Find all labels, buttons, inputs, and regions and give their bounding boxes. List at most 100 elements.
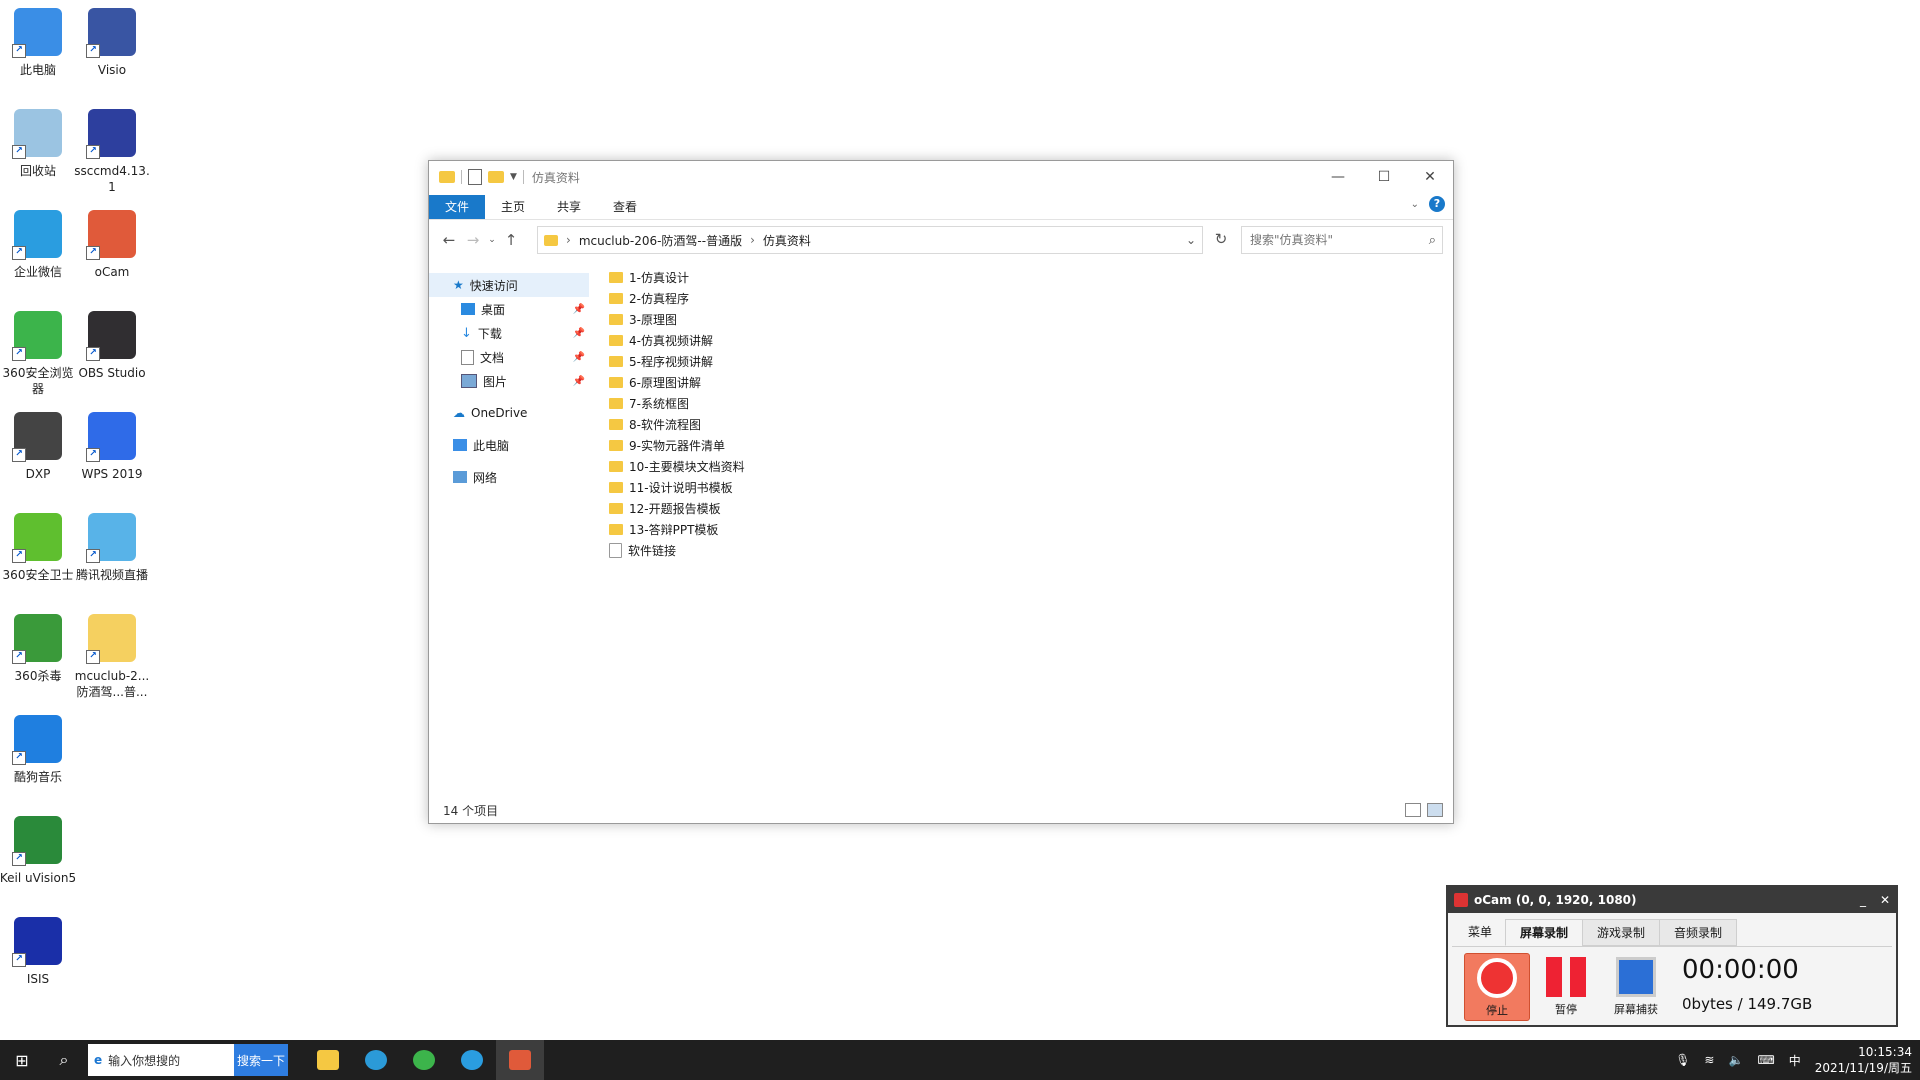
file-list-item[interactable]: 11-设计说明书模板	[609, 477, 745, 498]
forward-button[interactable]: →	[461, 231, 485, 249]
stop-button[interactable]: 停止	[1464, 953, 1530, 1021]
minimize-button[interactable]: —	[1315, 161, 1361, 193]
ocam-title-bar[interactable]: oCam (0, 0, 1920, 1080) _ ✕	[1448, 887, 1896, 913]
desktop-shortcut[interactable]: ↗ 360安全浏览器	[0, 311, 78, 397]
desktop-shortcut[interactable]: ↗ 酷狗音乐	[0, 715, 78, 785]
ocam-close-button[interactable]: ✕	[1880, 893, 1890, 907]
desktop-shortcut[interactable]: ↗ 360杀毒	[0, 614, 78, 684]
search-input[interactable]	[1248, 232, 1422, 248]
desktop-shortcut[interactable]: ↗ WPS 2019	[72, 412, 152, 482]
address-dropdown-icon[interactable]: ⌄	[1186, 233, 1196, 247]
pin-icon[interactable]: 📌	[573, 304, 585, 315]
network-icon[interactable]: ≋	[1704, 1053, 1714, 1067]
tab-view[interactable]: 查看	[597, 195, 653, 219]
desktop-shortcut[interactable]: ↗ DXP	[0, 412, 78, 482]
nav-network[interactable]: 网络	[429, 465, 589, 489]
file-list-item[interactable]: 9-实物元器件清单	[609, 435, 745, 456]
file-list-item[interactable]: 6-原理图讲解	[609, 372, 745, 393]
file-list-item[interactable]: 软件链接	[609, 540, 745, 561]
tab-home[interactable]: 主页	[485, 195, 541, 219]
tab-audio-recording[interactable]: 音频录制	[1659, 919, 1738, 946]
clock[interactable]: 10:15:34 2021/11/19/周五	[1815, 1044, 1912, 1076]
keyboard-icon[interactable]: ⌨	[1757, 1053, 1774, 1067]
maximize-button[interactable]: ☐	[1361, 161, 1407, 193]
taskbar-ocam[interactable]	[496, 1040, 544, 1080]
back-button[interactable]: ←	[437, 231, 461, 249]
file-list-item[interactable]: 4-仿真视频讲解	[609, 330, 745, 351]
nav-onedrive[interactable]: ☁ OneDrive	[429, 401, 589, 425]
nav-documents[interactable]: 文档 📌	[429, 345, 589, 369]
desktop-shortcut[interactable]: ↗ Visio	[72, 8, 152, 78]
breadcrumb-parent[interactable]: mcuclub-206-防酒驾--普通版	[579, 232, 742, 249]
nav-quick-access[interactable]: ★ 快速访问	[429, 273, 589, 297]
taskbar-file-explorer[interactable]	[304, 1040, 352, 1080]
address-bar[interactable]: › mcuclub-206-防酒驾--普通版 › 仿真资料 ⌄	[537, 226, 1203, 254]
tab-share[interactable]: 共享	[541, 195, 597, 219]
ocam-minimize-button[interactable]: _	[1860, 893, 1866, 907]
file-list-item[interactable]: 10-主要模块文档资料	[609, 456, 745, 477]
search-box[interactable]: ⌕	[1241, 226, 1443, 254]
nav-downloads[interactable]: ↓ 下载 📌	[429, 321, 589, 345]
customize-dropdown-icon[interactable]: ▼	[510, 172, 517, 182]
chevron-right-icon[interactable]: ›	[566, 233, 571, 247]
ime-indicator[interactable]: 中	[1789, 1052, 1801, 1069]
search-icon[interactable]: ⌕	[1429, 233, 1436, 248]
pause-button[interactable]: 暂停	[1534, 953, 1598, 1019]
pin-icon[interactable]: 📌	[573, 376, 585, 387]
pin-icon[interactable]: 📌	[573, 352, 585, 363]
breadcrumb-current[interactable]: 仿真资料	[763, 232, 811, 249]
desktop-shortcut-label: mcuclub-2...防酒驾...普...	[74, 669, 150, 699]
properties-icon[interactable]	[468, 169, 482, 185]
desktop-shortcut[interactable]: ↗ 360安全卫士	[0, 513, 78, 583]
nav-desktop[interactable]: 桌面 📌	[429, 297, 589, 321]
file-list-item[interactable]: 5-程序视频讲解	[609, 351, 745, 372]
desktop-shortcut[interactable]: ↗ ssccmd4.13.1	[72, 109, 152, 195]
desktop-shortcut[interactable]: ↗ 企业微信	[0, 210, 78, 280]
start-button[interactable]: ⊞	[0, 1051, 44, 1070]
taskbar-wecom[interactable]	[448, 1040, 496, 1080]
file-list-item[interactable]: 8-软件流程图	[609, 414, 745, 435]
microphone-icon[interactable]: 🎙	[1675, 1053, 1690, 1067]
ocam-menu-button[interactable]: 菜单	[1454, 919, 1507, 946]
file-list-item[interactable]: 13-答辩PPT模板	[609, 519, 745, 540]
details-view-icon[interactable]	[1405, 803, 1421, 817]
desktop-shortcut[interactable]: ↗ ISIS	[0, 917, 78, 987]
recent-locations-icon[interactable]: ⌄	[485, 235, 499, 245]
taskbar-360-browser[interactable]	[400, 1040, 448, 1080]
file-list-item[interactable]: 3-原理图	[609, 309, 745, 330]
tab-game-recording[interactable]: 游戏录制	[1582, 919, 1661, 946]
search-icon[interactable]: ⌕	[44, 1050, 84, 1070]
file-list-item[interactable]: 7-系统框图	[609, 393, 745, 414]
new-folder-icon[interactable]	[488, 171, 504, 183]
desktop-shortcut[interactable]: ↗ 回收站	[0, 109, 78, 179]
desktop-shortcut[interactable]: ↗ mcuclub-2...防酒驾...普...	[72, 614, 152, 700]
up-button[interactable]: ↑	[499, 231, 523, 249]
file-list-item[interactable]: 12-开题报告模板	[609, 498, 745, 519]
taskbar-search-button[interactable]: 搜索一下	[234, 1044, 288, 1076]
document-icon	[461, 349, 474, 365]
file-list-item[interactable]: 1-仿真设计	[609, 267, 745, 288]
file-list-item[interactable]: 2-仿真程序	[609, 288, 745, 309]
large-icons-view-icon[interactable]	[1427, 803, 1443, 817]
tab-file[interactable]: 文件	[429, 195, 486, 219]
volume-icon[interactable]: 🔈	[1728, 1053, 1743, 1067]
refresh-button[interactable]: ↻	[1207, 226, 1235, 252]
desktop-shortcut[interactable]: ↗ 此电脑	[0, 8, 78, 78]
desktop-shortcut[interactable]: ↗ Keil uVision5	[0, 816, 78, 886]
desktop-shortcut[interactable]: ↗ OBS Studio	[72, 311, 152, 381]
taskbar-search-input[interactable]: e 输入你想搜的	[88, 1044, 234, 1076]
desktop-shortcut[interactable]: ↗ oCam	[72, 210, 152, 280]
nav-pictures[interactable]: 图片 📌	[429, 369, 589, 393]
help-icon[interactable]: ?	[1429, 196, 1445, 212]
chevron-right-icon[interactable]: ›	[750, 233, 755, 247]
title-bar[interactable]: ▼ 仿真资料 — ☐ ✕	[429, 161, 1453, 193]
screen-capture-button[interactable]: 屏幕捕获	[1604, 953, 1668, 1019]
pin-icon[interactable]: 📌	[573, 328, 585, 339]
close-button[interactable]: ✕	[1407, 161, 1453, 193]
system-tray: 🎙 ≋ 🔈 ⌨ 中 10:15:34 2021/11/19/周五	[1675, 1040, 1912, 1080]
nav-this-pc[interactable]: 此电脑	[429, 433, 589, 457]
expand-ribbon-icon[interactable]: ⌄	[1411, 199, 1419, 210]
desktop-shortcut[interactable]: ↗ 腾讯视频直播	[72, 513, 152, 583]
tab-screen-recording[interactable]: 屏幕录制	[1505, 919, 1584, 946]
taskbar-edge[interactable]	[352, 1040, 400, 1080]
